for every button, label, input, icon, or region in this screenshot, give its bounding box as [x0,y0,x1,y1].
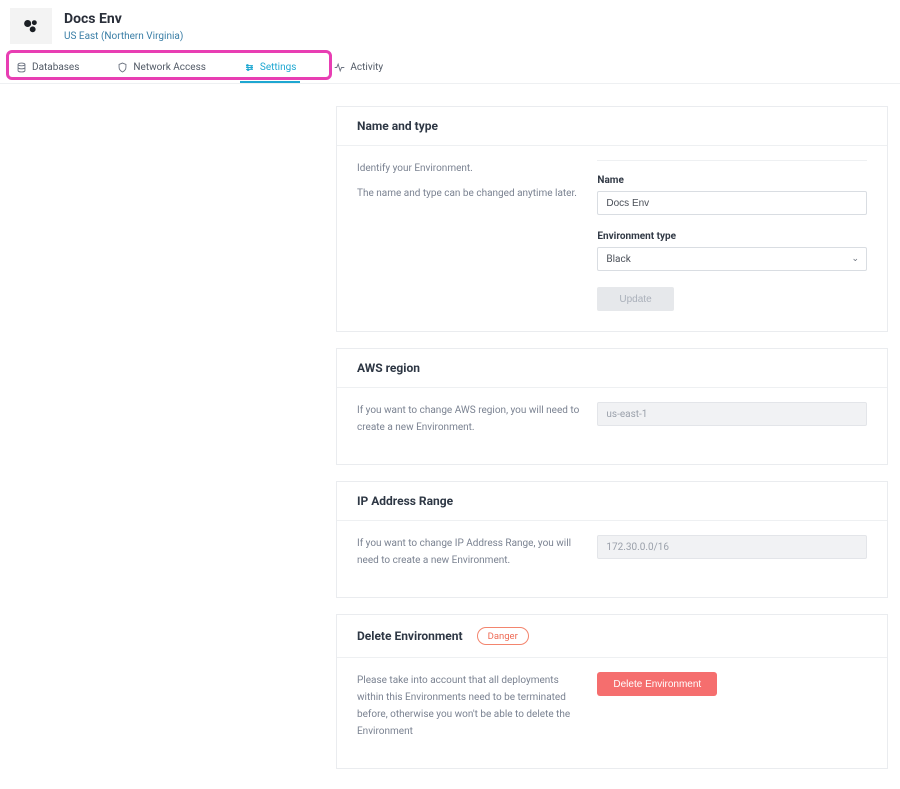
card-header: IP Address Range [337,482,887,521]
page-header: Docs Env US East (Northern Virginia) [0,0,900,50]
environment-icon [10,8,52,44]
tab-label: Databases [32,62,79,73]
type-label: Environment type [597,231,867,242]
shield-icon [117,62,128,73]
desc-line: The name and type can be changed anytime… [357,185,581,202]
select-value: Black [606,254,630,265]
divider [597,160,867,161]
readonly-value: us-east-1 [606,409,647,420]
button-label: Delete Environment [613,679,701,690]
card-name-and-type: Name and type Identify your Environment.… [336,106,888,332]
card-description: If you want to change AWS region, you wi… [357,402,581,444]
settings-icon [244,62,255,73]
tab-activity[interactable]: Activity [328,58,389,77]
environment-region: US East (Northern Virginia) [64,31,183,42]
environment-title: Docs Env [64,10,183,28]
desc-line: Please take into account that all deploy… [357,672,581,740]
update-button[interactable]: Update [597,287,673,311]
card-header: Delete Environment Danger [337,615,887,658]
desc-line: If you want to change IP Address Range, … [357,535,581,569]
desc-line: Identify your Environment. [357,160,581,177]
card-title: Name and type [357,119,438,133]
card-ip-range: IP Address Range If you want to change I… [336,481,888,598]
tab-databases[interactable]: Databases [10,58,85,77]
tab-label: Settings [260,62,297,73]
environment-type-select[interactable]: Black [597,247,867,271]
tab-bar: Databases Network Access Settings Activi… [0,50,900,84]
card-title: Delete Environment [357,629,463,643]
name-label: Name [597,175,867,186]
activity-icon [334,62,345,73]
header-text: Docs Env US East (Northern Virginia) [64,10,183,41]
ip-range-field: 172.30.0.0/16 [597,535,867,559]
tab-label: Activity [350,62,383,73]
aws-region-field: us-east-1 [597,402,867,426]
desc-line: If you want to change AWS region, you wi… [357,402,581,436]
card-description: Please take into account that all deploy… [357,672,581,748]
badge-label: Danger [488,631,518,642]
settings-content: Name and type Identify your Environment.… [336,84,888,789]
card-delete-environment: Delete Environment Danger Please take in… [336,614,888,769]
name-input[interactable] [597,191,867,215]
card-description: Identify your Environment. The name and … [357,160,581,311]
readonly-value: 172.30.0.0/16 [606,542,669,553]
database-icon [16,62,27,73]
tab-network-access[interactable]: Network Access [111,58,211,77]
tab-settings[interactable]: Settings [238,58,303,77]
card-header: AWS region [337,349,887,388]
card-title: IP Address Range [357,494,453,508]
card-title: AWS region [357,361,420,375]
card-header: Name and type [337,107,887,146]
button-label: Update [619,294,651,305]
card-description: If you want to change IP Address Range, … [357,535,581,577]
danger-badge: Danger [477,627,529,645]
card-aws-region: AWS region If you want to change AWS reg… [336,348,888,465]
tab-label: Network Access [133,62,205,73]
